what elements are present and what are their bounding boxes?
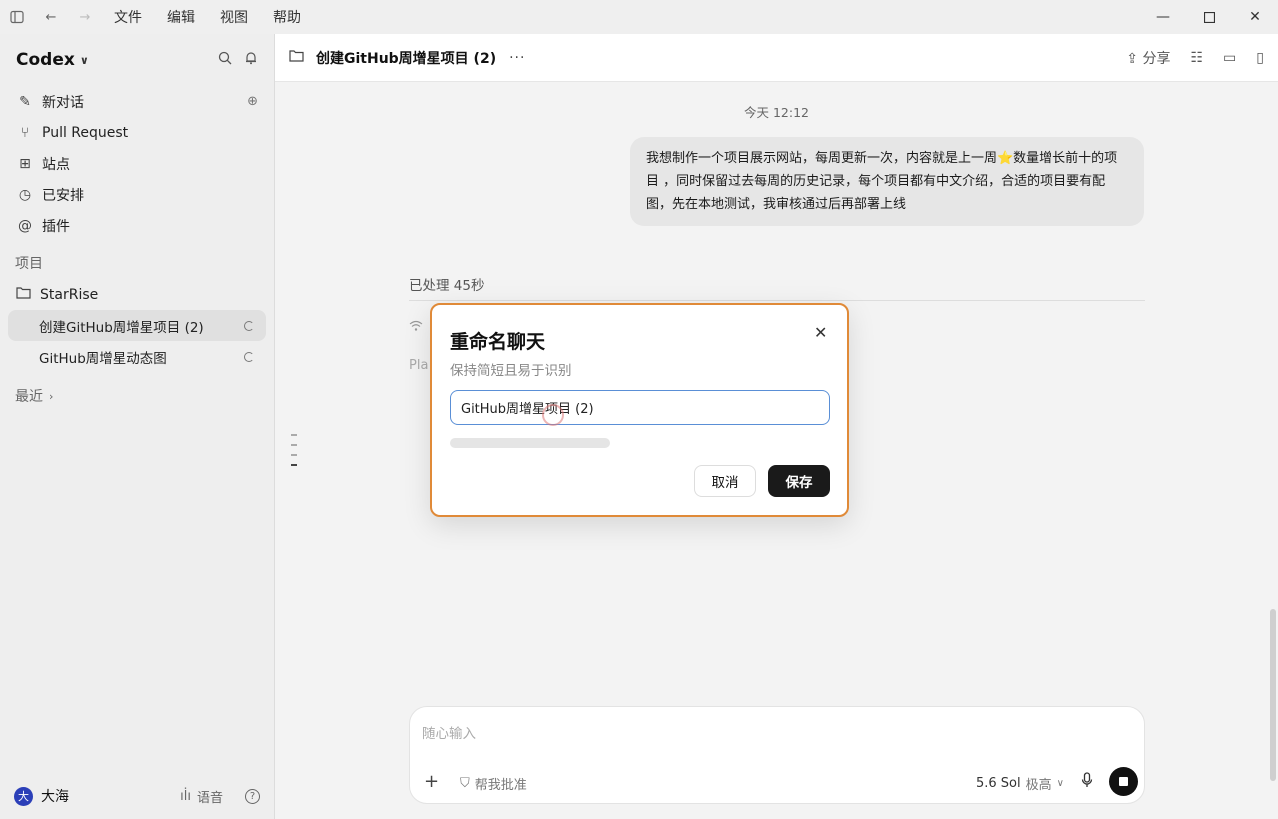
forward-arrow-icon[interactable]: → <box>68 0 102 34</box>
share-button[interactable]: ⇪ 分享 <box>1126 48 1170 68</box>
chevron-right-icon: › <box>49 389 54 403</box>
voice-label: 语音 <box>196 790 223 806</box>
sidebar-toggle-icon[interactable] <box>0 0 34 34</box>
close-icon[interactable]: ✕ <box>814 323 827 342</box>
sidebar-item-scheduled[interactable]: ◷ 已安排 <box>0 179 274 210</box>
sidebar-item-pull-request[interactable]: ⑂ Pull Request <box>0 117 274 148</box>
approve-label: 帮我批准 <box>474 778 527 793</box>
recent-label: 最近 <box>15 389 43 405</box>
sidebar-item-plugins[interactable]: @ 插件 <box>0 210 274 241</box>
composer-input[interactable]: 随心输入 <box>422 722 476 742</box>
avatar[interactable]: 大 <box>14 786 33 806</box>
bell-icon[interactable] <box>244 51 258 69</box>
sidebar-item-label: 站点 <box>42 156 70 173</box>
more-options-icon[interactable]: ··· <box>509 50 525 66</box>
sidebar-item-sites[interactable]: ⊞ 站点 <box>0 148 274 179</box>
add-attachment-icon[interactable]: + <box>424 771 439 792</box>
chat-label: GitHub周增星动态图 <box>39 350 167 367</box>
model-selector[interactable]: 5.6 Sol 极高 ∨ <box>976 774 1064 793</box>
scrollbar-thumb[interactable] <box>1270 609 1276 781</box>
microphone-icon[interactable] <box>1081 772 1093 792</box>
stop-icon <box>1119 777 1128 786</box>
folder-icon <box>16 286 34 303</box>
projects-heading: 项目 <box>15 256 43 272</box>
loading-placeholder <box>450 438 610 448</box>
stop-button[interactable] <box>1109 767 1138 796</box>
main-header: 创建GitHub周增星项目 (2) ··· ⇪ 分享 ☷ ▭ ▯ <box>275 34 1278 82</box>
chevron-down-icon: ∨ <box>79 53 89 67</box>
sidebar-item-label: 已安排 <box>42 187 84 204</box>
menu-view[interactable]: 视图 <box>220 7 248 27</box>
chevron-down-icon: ∨ <box>1056 778 1064 789</box>
menu-file[interactable]: 文件 <box>114 7 142 27</box>
cancel-button[interactable]: 取消 <box>694 465 756 497</box>
save-button[interactable]: 保存 <box>768 465 830 497</box>
user-name[interactable]: 大海 <box>41 786 69 806</box>
panel-toggle-icon[interactable]: ▯ <box>1256 50 1264 66</box>
message-timestamp: 今天 12:12 <box>744 105 809 120</box>
shield-check-icon: ⛉ <box>460 776 470 791</box>
menu-edit[interactable]: 编辑 <box>167 7 195 27</box>
chat-item[interactable]: GitHub周增星动态图 <box>8 341 266 372</box>
sidebar-item-label: 插件 <box>42 218 70 235</box>
menu-bar: ← → 文件 编辑 视图 帮助 — ✕ <box>0 0 1278 34</box>
loading-spinner-icon <box>244 320 254 331</box>
processed-status[interactable]: 已处理 45秒 <box>409 274 484 294</box>
chat-label: 创建GitHub周增星项目 (2) <box>39 319 204 336</box>
faded-text: Pla <box>409 358 429 373</box>
sidebar-item-label: Pull Request <box>42 124 129 141</box>
folder-icon <box>289 49 304 66</box>
dialog-subtitle: 保持简短且易于识别 <box>450 363 572 379</box>
edit-icon: ✎ <box>19 93 31 110</box>
brand-name: Codex <box>16 50 75 70</box>
share-label: 分享 <box>1142 50 1171 67</box>
user-message-bubble: 我想制作一个项目展示网站，每周更新一次，内容就是上一周⭐数量增长前十的项目 ，同… <box>630 137 1144 226</box>
chat-name-input[interactable] <box>450 390 830 425</box>
search-icon[interactable] <box>218 51 232 69</box>
minimize-icon[interactable]: — <box>1140 0 1186 34</box>
sites-icon: ⊞ <box>19 155 31 172</box>
scroll-minimap[interactable] <box>291 434 299 474</box>
checklist-icon[interactable]: ☷ <box>1190 50 1203 66</box>
chat-item-active[interactable]: 创建GitHub周增星项目 (2) <box>8 310 266 341</box>
divider <box>409 300 1145 301</box>
at-icon: @ <box>18 217 32 234</box>
sidebar-item-label: 新对话 <box>42 94 84 111</box>
maximize-icon[interactable] <box>1186 0 1232 34</box>
close-window-icon[interactable]: ✕ <box>1232 0 1278 34</box>
voice-button[interactable]: ıl̇ı 语音 <box>180 787 223 806</box>
menu-help[interactable]: 帮助 <box>273 7 301 27</box>
back-arrow-icon[interactable]: ← <box>34 0 68 34</box>
share-icon: ⇪ <box>1126 50 1139 67</box>
project-starrise[interactable]: StarRise <box>0 279 274 310</box>
sidebar-item-new-chat[interactable]: ✎ 新对话 ⊕ <box>0 86 274 117</box>
approve-mode-button[interactable]: ⛉ 帮我批准 <box>460 774 527 793</box>
waveform-icon: ıl̇ı <box>180 788 191 804</box>
workspace-switcher[interactable]: Codex ∨ <box>16 50 89 70</box>
clock-icon: ◷ <box>18 186 32 203</box>
project-name: StarRise <box>40 286 99 303</box>
pull-request-icon: ⑂ <box>20 124 30 141</box>
cursor-indicator <box>542 404 564 426</box>
rename-dialog: 重命名聊天 保持简短且易于识别 ✕ 取消 保存 <box>430 303 849 517</box>
reasoning-level: 极高 <box>1025 778 1052 793</box>
composer: 随心输入 + ⛉ 帮我批准 5.6 Sol 极高 ∨ <box>409 706 1145 804</box>
loading-spinner-icon <box>244 351 254 362</box>
page-title: 创建GitHub周增星项目 (2) <box>316 50 497 67</box>
sidebar: Codex ∨ ✎ 新对话 ⊕ ⑂ Pull Request ⊞ 站点 ◷ 已安… <box>0 34 275 819</box>
sidebar-footer: 大 大海 ıl̇ı 语音 ? <box>0 773 274 819</box>
model-name: 5.6 Sol <box>976 776 1021 791</box>
dialog-title: 重命名聊天 <box>450 331 546 353</box>
wifi-icon <box>409 320 423 336</box>
recent-toggle[interactable]: 最近 › <box>0 372 274 420</box>
help-icon[interactable]: ? <box>245 788 260 804</box>
terminal-icon[interactable]: ▭ <box>1223 50 1236 66</box>
add-circle-icon[interactable]: ⊕ <box>247 94 258 109</box>
